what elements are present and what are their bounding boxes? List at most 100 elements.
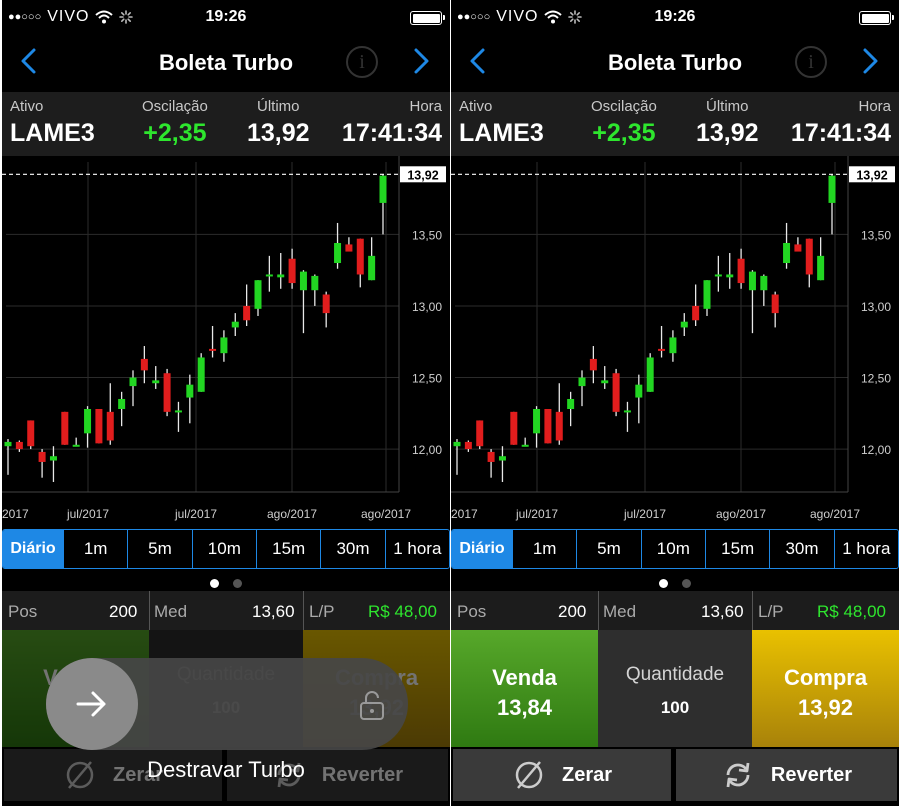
last-price-label: 13,92 [407,168,438,182]
pos-value: 200 [109,602,138,621]
candle-body [578,377,586,387]
action-bar: Zerar Reverter [451,747,899,806]
candle-body [453,441,461,447]
candle-body [555,411,563,441]
ativo-label: Ativo [459,98,493,115]
phone-locked: ●●○○○ VIVO 19:26 Boleta Turbo i Ativo LA… [2,0,450,806]
candle-body [209,348,217,351]
candle-body [692,305,700,321]
y-tick-label: 12,00 [861,443,891,457]
venda-button[interactable]: Venda 13,84 [451,630,598,747]
candle-body [368,255,376,281]
refresh-icon [726,762,750,788]
candle-body [567,398,575,409]
candle-body [15,441,23,450]
venda-label: Venda [492,665,557,690]
candle-body [601,380,609,384]
candle-body [334,242,342,264]
period-30m[interactable]: 30m [769,530,834,568]
period-15m[interactable]: 15m [255,530,321,568]
candlestick-chart[interactable]: 13,50 13,00 12,50 12,00 2017 jul/2017 jul/2017… [451,156,899,528]
forward-chevron-icon[interactable] [855,46,885,76]
nav-bar: Boleta Turbo i [451,34,899,92]
x-tick-label: ago/2017 [361,507,411,521]
candle-body [623,410,631,413]
period-1m[interactable]: 1m [63,530,128,568]
pos-label: Pos [8,602,38,621]
hora-value: 17:41:34 [790,119,891,147]
info-icon[interactable]: i [795,46,827,78]
page-dot-active [658,579,668,588]
period-10m[interactable]: 10m [191,530,256,568]
candle-body [748,271,756,291]
med-value: 13,60 [701,602,744,621]
period-5m[interactable]: 5m [127,530,192,568]
period-1m[interactable]: 1m [512,530,577,568]
candle-body [197,357,205,392]
oscilacao-value: +2,35 [592,119,656,147]
x-tick-label: ago/2017 [810,507,860,521]
quote-ativo: Ativo LAME3 [459,98,544,148]
candle-body [737,258,745,284]
candle-body [265,274,273,277]
quantity-field[interactable]: Quantidade 100 [598,630,752,747]
candle-body [487,451,495,462]
candle-body [4,441,12,447]
period-diario[interactable]: Diário [3,530,63,568]
ativo-value: LAME3 [459,119,544,147]
nav-bar: Boleta Turbo i [2,34,450,92]
battery-icon [859,11,894,25]
period-1-hora[interactable]: 1 hora [833,530,898,568]
period-1-hora[interactable]: 1 hora [384,530,449,568]
candle-body [464,441,472,450]
x-tick-label: 2017 [2,507,29,521]
info-icon[interactable]: i [346,46,378,78]
candle-body [288,258,296,284]
lp-label: L/P [309,602,335,621]
unlock-slider-knob[interactable] [46,658,138,750]
quote-hora: Hora 17:41:34 [342,98,442,148]
hora-label: Hora [858,98,891,115]
candle-body [635,384,643,398]
y-tick-label: 12,50 [861,372,891,386]
ultimo-label: Último [706,98,749,115]
candle-body [49,456,57,461]
period-5m[interactable]: 5m [576,530,641,568]
quote-hora: Hora 17:41:34 [791,98,891,148]
unlock-slider-label: Destravar Turbo [147,757,305,782]
period-30m[interactable]: 30m [320,530,385,568]
candle-body [817,255,825,281]
venda-price: 13,84 [496,695,553,720]
chart-svg: 13,50 13,00 12,50 12,00 2017 jul/2017 jul/2017… [451,156,895,521]
compra-label: Compra [783,665,868,690]
candle-body [783,242,791,264]
x-tick-label: ago/2017 [716,507,766,521]
candle-body [277,274,285,278]
period-diario[interactable]: Diário [452,530,512,568]
status-bar: ●●○○○ VIVO 19:26 [451,0,899,34]
reverter-button[interactable]: Reverter [676,749,897,801]
candle-body [805,238,813,275]
ultimo-value: 13,92 [247,119,310,147]
period-10m[interactable]: 10m [640,530,705,568]
candle-body [106,411,114,441]
forward-chevron-icon[interactable] [406,46,436,76]
ultimo-label: Último [257,98,300,115]
quote-ultimo: Último 13,92 [247,98,310,148]
candlestick-chart[interactable]: 13,50 13,00 12,50 12,00 2017 jul/2017 jul/2017… [2,156,450,528]
quote-oscilacao: Oscilação +2,35 [591,98,657,148]
candle-body [152,380,160,384]
quote-ativo: Ativo LAME3 [10,98,95,148]
candle-body [231,321,239,328]
lp-label: L/P [758,602,784,621]
period-15m[interactable]: 15m [704,530,770,568]
candle-body [794,244,802,252]
ativo-value: LAME3 [10,119,95,147]
zerar-button[interactable]: Zerar [453,749,671,801]
candle-body [38,451,46,462]
x-tick-label: 2017 [451,507,478,521]
compra-button[interactable]: Compra 13,92 [752,630,899,747]
candle-body [322,294,330,314]
page-dot-active [209,579,219,588]
ativo-label: Ativo [10,98,44,115]
